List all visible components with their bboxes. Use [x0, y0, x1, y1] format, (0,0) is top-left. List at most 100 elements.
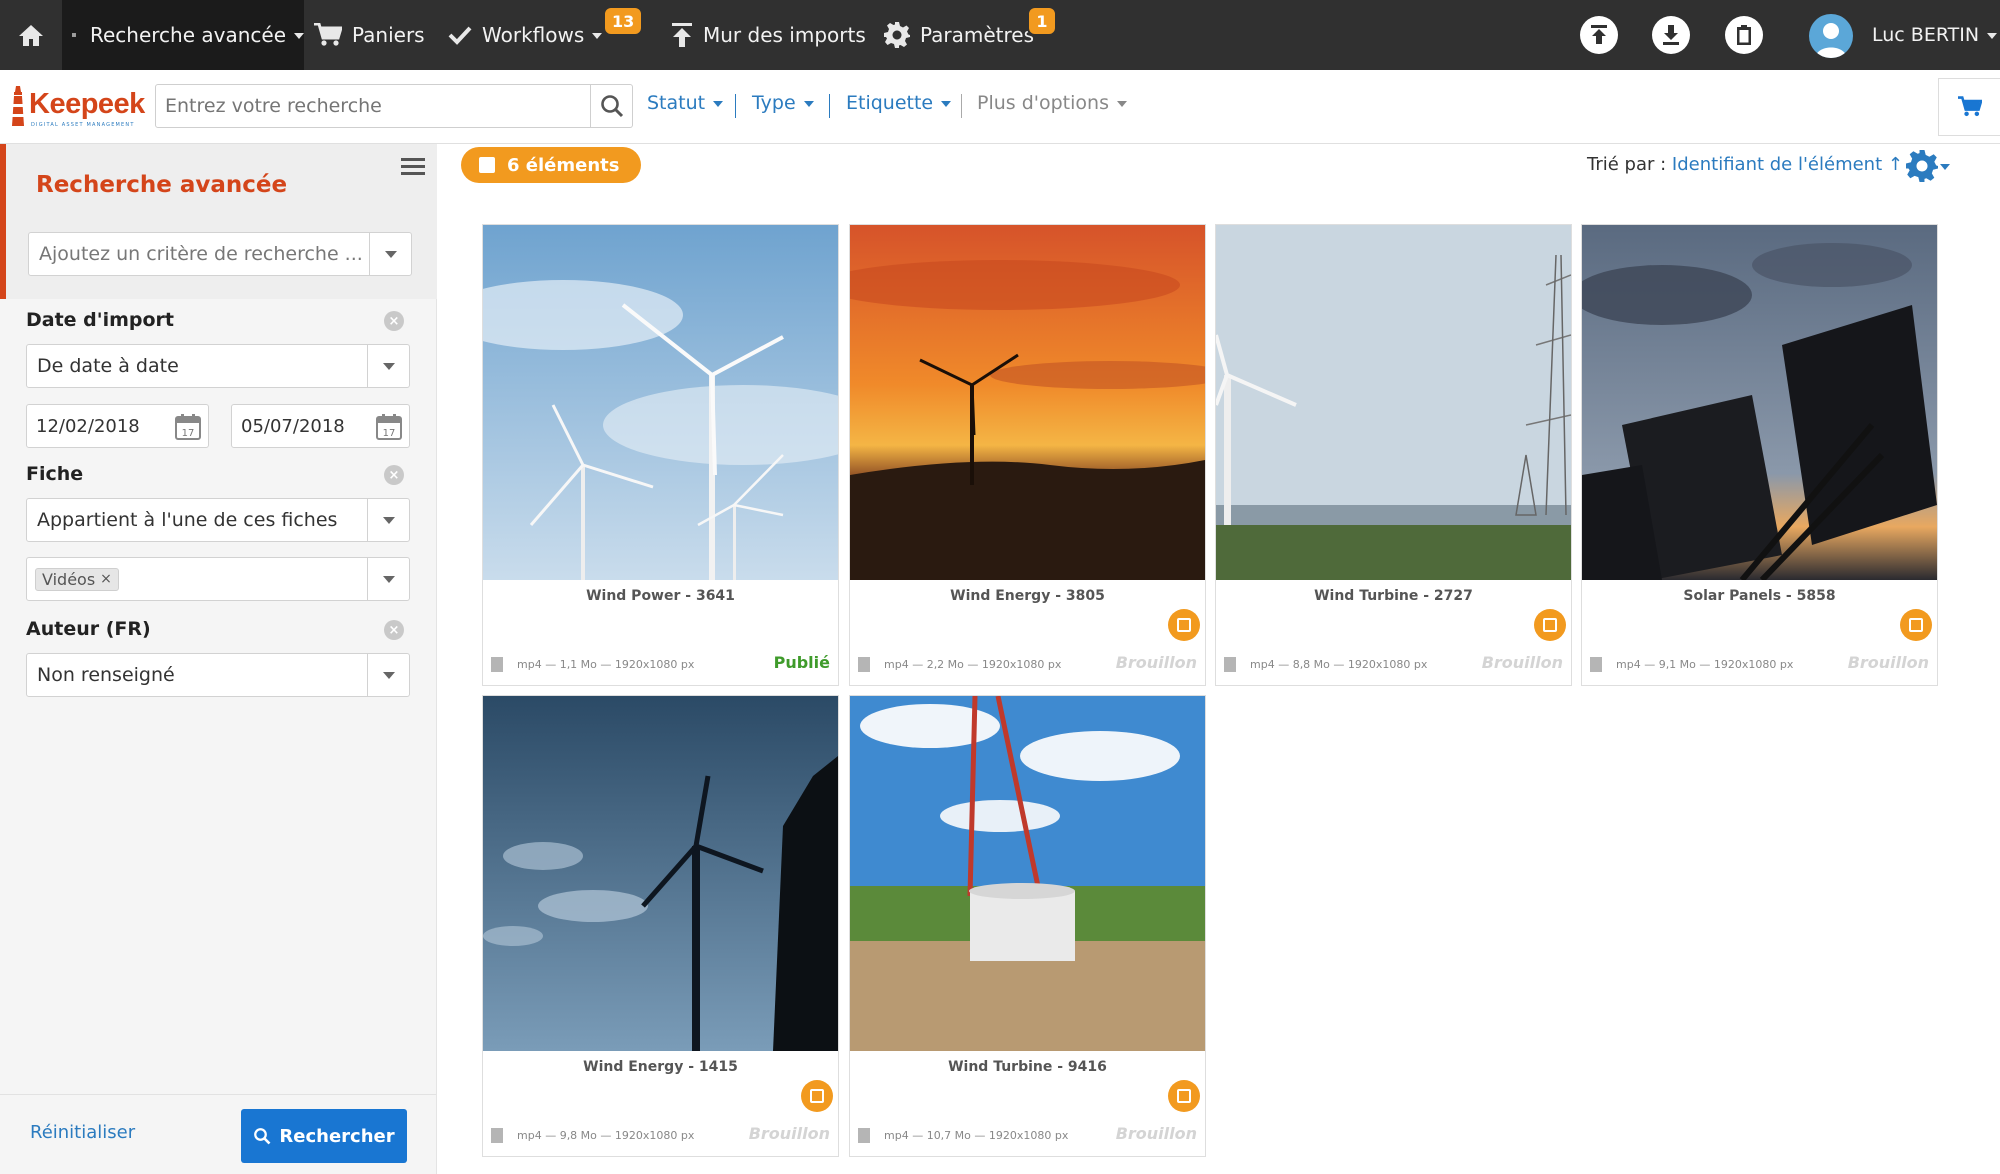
workflows-count-badge: 13 [603, 6, 644, 36]
nav-parametres[interactable]: Paramètres [884, 0, 1034, 70]
asset-thumbnail[interactable] [483, 696, 838, 1051]
section-fiche-label: Fiche [26, 463, 84, 485]
filter-separator [829, 94, 830, 118]
cart-icon [1957, 96, 1982, 117]
version-icon[interactable] [1900, 609, 1932, 641]
filter-type[interactable]: Type [752, 92, 814, 114]
fiche-mode-select[interactable]: Appartient à l'une de ces fiches [26, 498, 410, 542]
filter-separator [735, 94, 736, 118]
asset-thumbnail[interactable] [850, 696, 1205, 1051]
asset-meta-text: mp4 — 9,1 Mo — 1920x1080 px [1616, 658, 1794, 671]
asset-card[interactable]: Solar Panels - 5858 mp4 — 9,1 Mo — 1920x… [1581, 224, 1938, 686]
search-toolbar: Keepeek DIGITAL ASSET MANAGEMENT Statut … [0, 70, 2000, 144]
nav-mur-des-imports[interactable]: Mur des imports [671, 0, 866, 70]
asset-card[interactable]: Wind Energy - 3805 mp4 — 2,2 Mo — 1920x1… [849, 224, 1206, 686]
asset-title: Wind Turbine - 2727 [1314, 588, 1473, 604]
date-mode-select[interactable]: De date à date [26, 344, 410, 388]
asset-thumbnail[interactable] [483, 225, 838, 580]
fiche-tag-label: Vidéos [42, 569, 96, 589]
asset-status: Brouillon [1847, 653, 1929, 672]
cart-button[interactable] [1938, 78, 2000, 136]
nav-paniers[interactable]: Paniers [314, 0, 425, 70]
file-icon [1224, 657, 1236, 672]
asset-status: Brouillon [1481, 653, 1563, 672]
asset-thumbnail[interactable] [1582, 225, 1937, 580]
asset-thumbnail[interactable] [1216, 225, 1571, 580]
asset-title: Wind Power - 3641 [586, 588, 735, 604]
clear-date-icon[interactable]: × [384, 311, 404, 331]
file-icon [858, 1128, 870, 1143]
version-icon[interactable] [801, 1080, 833, 1112]
asset-status: Brouillon [1115, 653, 1197, 672]
select-all-checkbox[interactable] [479, 157, 495, 173]
asset-meta-text: mp4 — 1,1 Mo — 1920x1080 px [517, 658, 695, 671]
clear-auteur-icon[interactable]: × [384, 620, 404, 640]
calendar-icon[interactable]: 17 [174, 413, 202, 441]
filter-plus-options[interactable]: Plus d'options [977, 92, 1127, 114]
filter-statut-label: Statut [647, 92, 706, 114]
chevron-down-icon [592, 33, 603, 39]
home-button[interactable] [0, 0, 62, 70]
user-avatar[interactable] [1809, 14, 1853, 58]
keepeek-logo[interactable]: Keepeek DIGITAL ASSET MANAGEMENT [9, 82, 145, 134]
calendar-icon[interactable]: 17 [375, 413, 403, 441]
asset-meta-text: mp4 — 10,7 Mo — 1920x1080 px [884, 1129, 1069, 1142]
search-submit-button[interactable]: Rechercher [241, 1109, 407, 1163]
asset-card[interactable]: Wind Power - 3641 mp4 — 1,1 Mo — 1920x10… [482, 224, 839, 686]
filter-etiquette[interactable]: Etiquette [846, 92, 952, 114]
asset-status: Brouillon [1115, 1124, 1197, 1143]
download-icon [1663, 25, 1679, 45]
clipboard-button[interactable] [1725, 16, 1763, 54]
logo-wordmark: Keepeek [29, 88, 145, 120]
date-from-input[interactable]: 12/02/2018 17 [26, 404, 209, 448]
clear-fiche-icon[interactable]: × [384, 465, 404, 485]
display-settings-button[interactable] [1906, 148, 1952, 184]
asset-thumbnail[interactable] [850, 225, 1205, 580]
user-menu[interactable]: Luc BERTIN [1872, 0, 1998, 70]
date-to-input[interactable]: 05/07/2018 17 [231, 404, 410, 448]
footer-divider [0, 1094, 436, 1095]
gear-icon [884, 22, 910, 48]
chevron-down-icon [1116, 101, 1127, 107]
search-input[interactable] [155, 84, 591, 128]
results-count-label: 6 éléments [507, 154, 620, 176]
chevron-down-icon [367, 499, 409, 541]
version-icon[interactable] [1168, 609, 1200, 641]
list-icon [72, 33, 76, 37]
fiche-tag-videos[interactable]: Vidéos × [35, 567, 119, 591]
checkmark-icon [448, 26, 472, 45]
search-submit-label: Rechercher [279, 1125, 395, 1147]
remove-tag-icon[interactable]: × [100, 571, 112, 587]
reset-link[interactable]: Réinitialiser [30, 1122, 135, 1143]
chevron-down-icon [1987, 33, 1998, 39]
calendar-day: 17 [383, 428, 396, 439]
add-criteria-select[interactable]: Ajoutez un critère de recherche ... [28, 232, 412, 276]
auteur-select[interactable]: Non renseigné [26, 653, 410, 697]
sort-control[interactable]: Trié par : Identifiant de l'élément ↑ [1587, 154, 1903, 175]
download-button[interactable] [1652, 16, 1690, 54]
upload-button[interactable] [1580, 16, 1618, 54]
results-count-badge[interactable]: 6 éléments [461, 147, 641, 183]
asset-card[interactable]: Wind Turbine - 2727 mp4 — 8,8 Mo — 1920x… [1215, 224, 1572, 686]
fiche-tags-select[interactable]: Vidéos × [26, 557, 410, 601]
nav-workflows[interactable]: Workflows [448, 0, 603, 70]
date-from-value: 12/02/2018 [36, 415, 140, 437]
nav-workflows-label: Workflows [482, 23, 585, 47]
chevron-down-icon [941, 101, 952, 107]
chevron-down-icon [369, 233, 411, 275]
panel-title: Recherche avancée [36, 172, 288, 198]
search-button[interactable] [591, 84, 633, 128]
auteur-value: Non renseigné [37, 664, 175, 686]
nav-recherche-avancee[interactable]: Recherche avancée [62, 0, 304, 70]
filter-statut[interactable]: Statut [647, 92, 724, 114]
asset-meta: mp4 — 2,2 Mo — 1920x1080 px [858, 657, 1061, 672]
asset-status: Publié [773, 653, 830, 672]
section-auteur-label: Auteur (FR) [26, 618, 151, 640]
gear-icon [1906, 150, 1938, 182]
asset-card[interactable]: Wind Turbine - 9416 mp4 — 10,7 Mo — 1920… [849, 695, 1206, 1157]
asset-card[interactable]: Wind Energy - 1415 mp4 — 9,8 Mo — 1920x1… [482, 695, 839, 1157]
asset-meta: mp4 — 8,8 Mo — 1920x1080 px [1224, 657, 1427, 672]
version-icon[interactable] [1168, 1080, 1200, 1112]
hamburger-menu-icon[interactable] [401, 158, 425, 178]
version-icon[interactable] [1534, 609, 1566, 641]
